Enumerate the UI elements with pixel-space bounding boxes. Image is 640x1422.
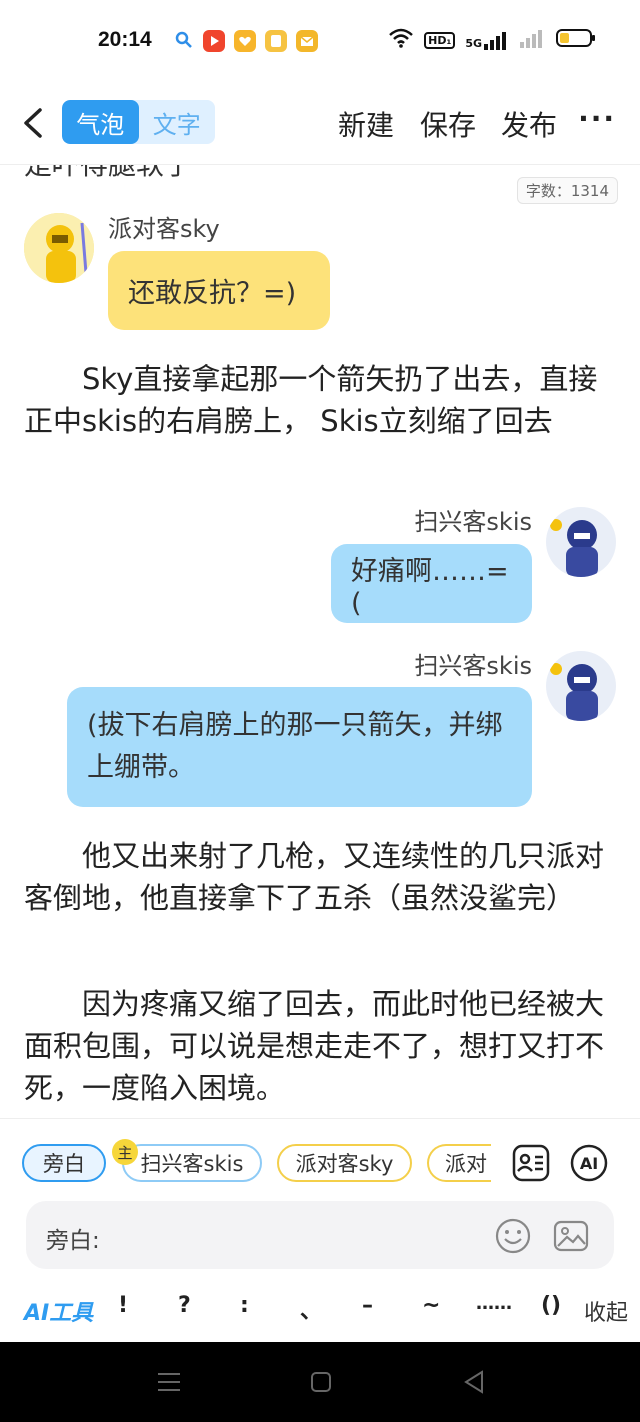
role-chip-partial[interactable]: 派对 — [427, 1144, 491, 1182]
punct-tilde[interactable]: ~ — [422, 1293, 440, 1318]
message-bubble[interactable]: 好痛啊……=( — [331, 544, 532, 623]
editor-header: 气泡 文字 新建 保存 发布 ··· — [0, 92, 640, 156]
emoji-icon[interactable] — [494, 1217, 532, 1259]
avatar-skis[interactable] — [546, 651, 616, 721]
speaker-name: 扫兴客skis — [414, 508, 532, 536]
narration-text[interactable]: Sky直接拿起那一个箭矢扔了出去，直接正中skis的右肩膀上， Skis立刻缩了… — [24, 358, 616, 442]
role-chip-skis[interactable]: 扫兴客skis — [122, 1144, 262, 1182]
ai-icon[interactable]: AI — [569, 1143, 609, 1183]
punctuation-toolbar: AI工具 ! ? : 、 – ~ …… () 收起 — [0, 1287, 640, 1331]
punct-ellipsis[interactable]: …… — [476, 1293, 512, 1314]
search-icon — [174, 30, 194, 54]
partial-text-line: 是吓得腿软了 — [24, 165, 192, 183]
input-role-label: 旁白: — [46, 1228, 100, 1254]
ai-tool-button[interactable]: AI工具 — [24, 1295, 93, 1327]
back-nav-icon[interactable] — [462, 1369, 486, 1399]
notes-app-icon — [265, 30, 287, 52]
narration-text[interactable]: 因为疼痛又缩了回去，而此时他已经被大面积包围，可以说是想走走不了，想打又打不死，… — [24, 983, 616, 1109]
host-badge: 主 — [112, 1139, 138, 1165]
hd-badge: HD₁ — [424, 31, 456, 49]
home-icon[interactable] — [309, 1370, 333, 1398]
avatar-skis[interactable] — [546, 507, 616, 577]
status-bar: 20:14 HD₁ 5G — [0, 0, 640, 82]
punct-exclamation[interactable]: ! — [118, 1293, 128, 1318]
battery-icon — [556, 28, 596, 52]
role-chip-sky[interactable]: 派对客sky — [277, 1144, 412, 1182]
story-content[interactable]: 是吓得腿软了 字数：1314 派对客sky 还敢反抗？=) Sky直接拿起那一个… — [0, 165, 640, 1115]
compose-panel: 旁白 扫兴客skis 主 派对客sky 派对 AI 旁白: AI工具 ! ? :… — [0, 1118, 640, 1342]
more-icon[interactable]: ··· — [578, 102, 616, 135]
punct-dash[interactable]: – — [362, 1293, 373, 1318]
punct-colon[interactable]: : — [240, 1293, 249, 1318]
avatar-sky[interactable] — [24, 213, 94, 283]
punct-question[interactable]: ? — [178, 1293, 191, 1318]
menu-icon[interactable] — [156, 1370, 182, 1398]
narration-text[interactable]: 他又出来射了几枪，又连续性的几只派对客倒地，他直接拿下了五杀（虽然没鲨完） — [24, 835, 616, 919]
speaker-name: 扫兴客skis — [414, 652, 532, 680]
role-card-icon[interactable] — [511, 1143, 551, 1183]
back-button[interactable] — [14, 100, 54, 146]
image-icon[interactable] — [552, 1217, 590, 1259]
signal-empty-icon — [520, 28, 546, 52]
save-button[interactable]: 保存 — [420, 104, 476, 144]
mode-text-tab[interactable]: 文字 — [139, 100, 216, 144]
heart-app-icon — [234, 30, 256, 52]
message-bubble[interactable]: 还敢反抗？=) — [108, 251, 330, 330]
role-chip-narration[interactable]: 旁白 — [22, 1144, 106, 1182]
word-count-badge: 字数：1314 — [516, 177, 618, 204]
status-right: HD₁ 5G — [388, 27, 596, 53]
mail-app-icon — [296, 30, 318, 52]
publish-button[interactable]: 发布 — [501, 104, 557, 144]
mode-toggle: 气泡 文字 — [62, 100, 215, 144]
message-bubble[interactable]: (拔下右肩膀上的那一只箭矢，并绑上绷带。 — [67, 687, 532, 807]
punct-comma[interactable]: 、 — [300, 1293, 322, 1325]
mode-bubble-tab[interactable]: 气泡 — [62, 100, 139, 144]
collapse-button[interactable]: 收起 — [584, 1295, 628, 1327]
wifi-icon — [388, 27, 414, 53]
punct-parentheses[interactable]: () — [541, 1293, 561, 1318]
status-time: 20:14 — [98, 28, 152, 51]
new-button[interactable]: 新建 — [338, 104, 394, 144]
signal-5g: 5G — [465, 30, 510, 50]
system-nav-bar — [0, 1342, 640, 1422]
speaker-name: 派对客sky — [108, 215, 220, 243]
video-app-icon — [203, 30, 225, 52]
dialogue-input[interactable]: 旁白: — [26, 1201, 614, 1269]
